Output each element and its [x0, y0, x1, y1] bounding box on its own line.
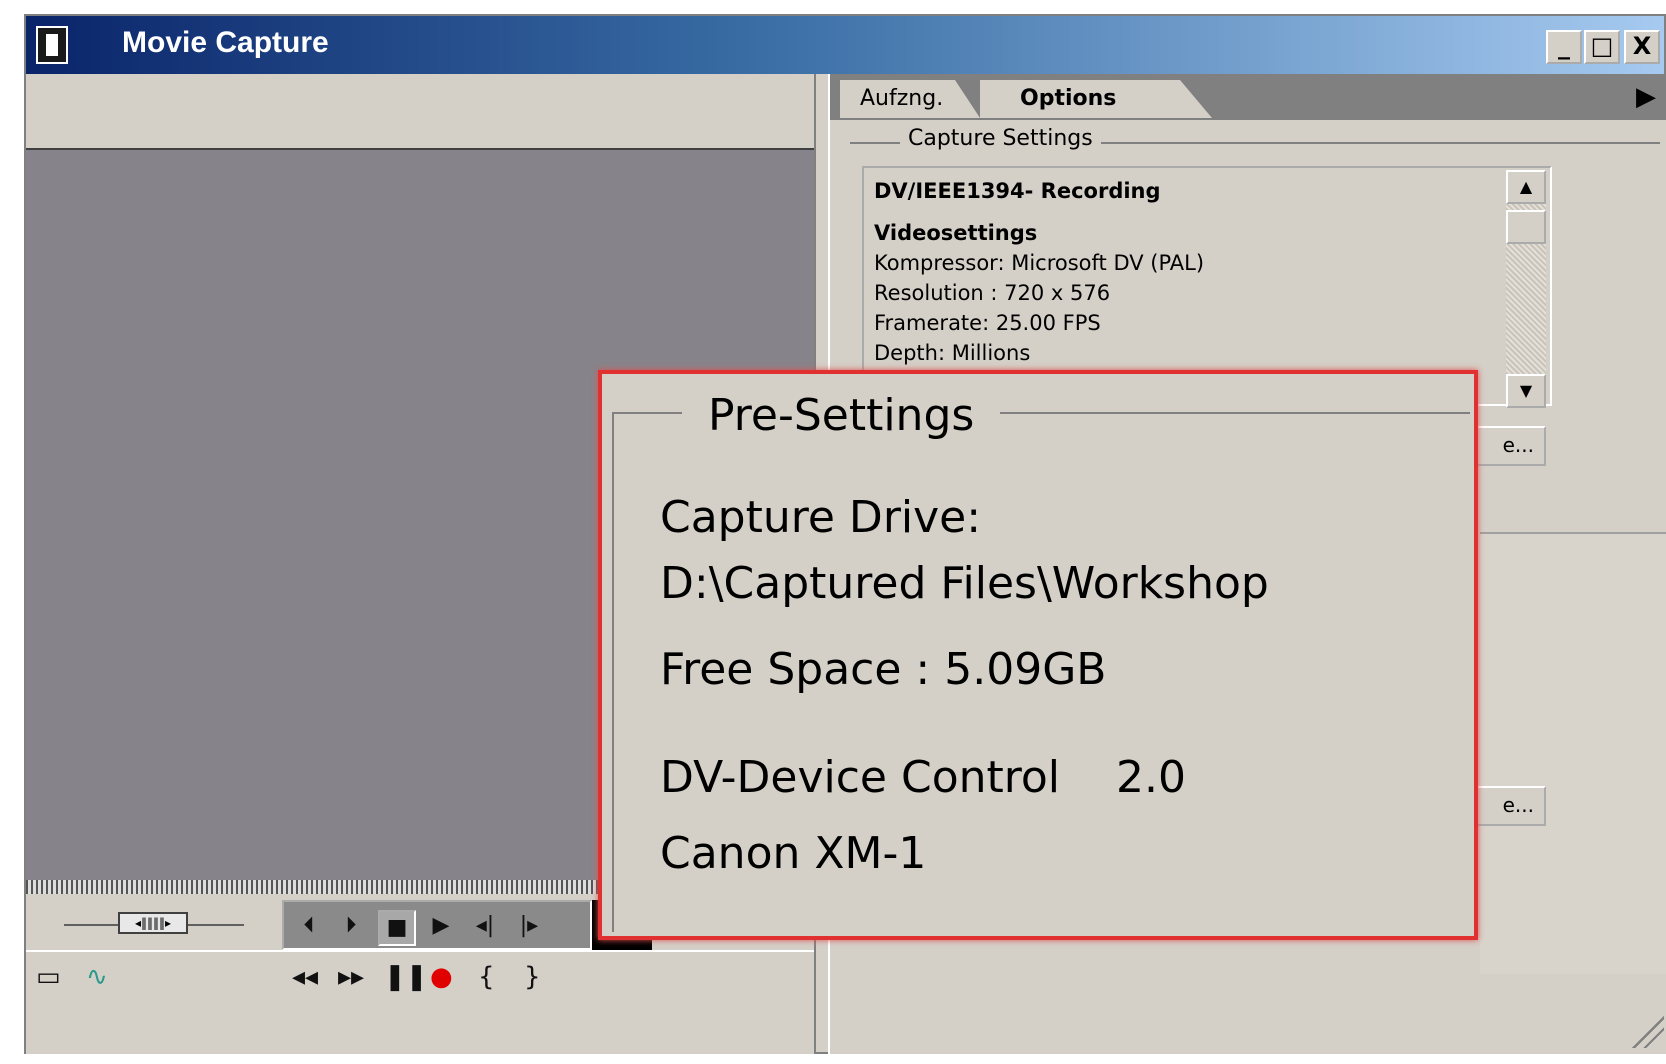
shuttle-slider[interactable]: ◂‖‖‖‖▸ [118, 912, 188, 934]
step-forward-icon[interactable]: ⏵ [334, 910, 368, 942]
set-out-point-icon[interactable]: } [524, 962, 541, 992]
camera-model: Canon XM-1 [660, 828, 927, 879]
tab-options[interactable]: Options [980, 80, 1212, 118]
compressor-line: Kompressor: Microsoft DV (PAL) [874, 251, 1205, 275]
play-icon[interactable]: ▶ [424, 910, 458, 942]
close-button[interactable]: X [1624, 30, 1660, 64]
app-icon [36, 26, 68, 64]
resolution-line: Resolution : 720 x 576 [874, 281, 1111, 305]
fast-forward-icon[interactable]: ▸▸ [338, 962, 364, 992]
pre-settings-legend: Pre-Settings [682, 390, 1001, 441]
capture-toolbar: ▭ ∿ ◂◂ ▸▸ ❚❚ ● { } [26, 950, 814, 1010]
rewind-icon[interactable]: ◂◂ [292, 962, 318, 992]
free-space-value: Free Space : 5.09GB [660, 644, 1107, 695]
pre-settings-callout: Pre-Settings Capture Drive: D:\Captured … [598, 370, 1478, 940]
window-title: Movie Capture [122, 26, 329, 59]
previous-frame-icon[interactable]: ◂| [468, 910, 502, 942]
maximize-button[interactable]: □ [1584, 30, 1620, 64]
settings-scrollbar[interactable]: ▲ ▼ [1506, 170, 1546, 408]
capture-settings-label: Capture Settings [900, 126, 1101, 151]
set-in-point-icon[interactable]: { [478, 962, 495, 992]
stop-icon[interactable]: ■ [378, 910, 416, 946]
capture-drive-label: Capture Drive: [660, 492, 982, 543]
step-back-icon[interactable]: ⏴ [292, 910, 326, 942]
recording-heading: DV/IEEE1394- Recording [874, 179, 1161, 203]
filmstrip-icon[interactable]: ▭ [36, 962, 61, 992]
videosettings-heading: Videosettings [874, 221, 1038, 245]
minimize-button[interactable]: _ [1546, 30, 1582, 64]
device-control-value: DV-Device Control 2.0 [660, 752, 1186, 803]
scroll-up-icon[interactable]: ▲ [1506, 170, 1546, 204]
scroll-down-icon[interactable]: ▼ [1506, 374, 1546, 408]
scroll-thumb[interactable] [1506, 210, 1546, 244]
pause-icon[interactable]: ❚❚ [384, 962, 428, 992]
framerate-line: Framerate: 25.00 FPS [874, 311, 1101, 335]
audio-waveform-icon[interactable]: ∿ [86, 962, 108, 992]
title-bar[interactable]: Movie Capture _ □ X [26, 16, 1664, 74]
depth-line: Depth: Millions [874, 341, 1031, 365]
capture-drive-path: D:\Captured Files\Workshop [660, 558, 1269, 609]
panel-menu-arrow-icon[interactable]: ▶ [1636, 82, 1656, 112]
record-icon[interactable]: ● [430, 962, 453, 992]
pre-settings-frame-left [612, 412, 614, 932]
device-settings-frame [1480, 532, 1666, 974]
resize-grip-icon[interactable] [1624, 1008, 1664, 1048]
transport-controls: ⏴ ⏵ ■ ▶ ◂| |▸ [282, 900, 592, 950]
next-frame-icon[interactable]: |▸ [512, 910, 546, 942]
monitor-header [26, 74, 814, 150]
